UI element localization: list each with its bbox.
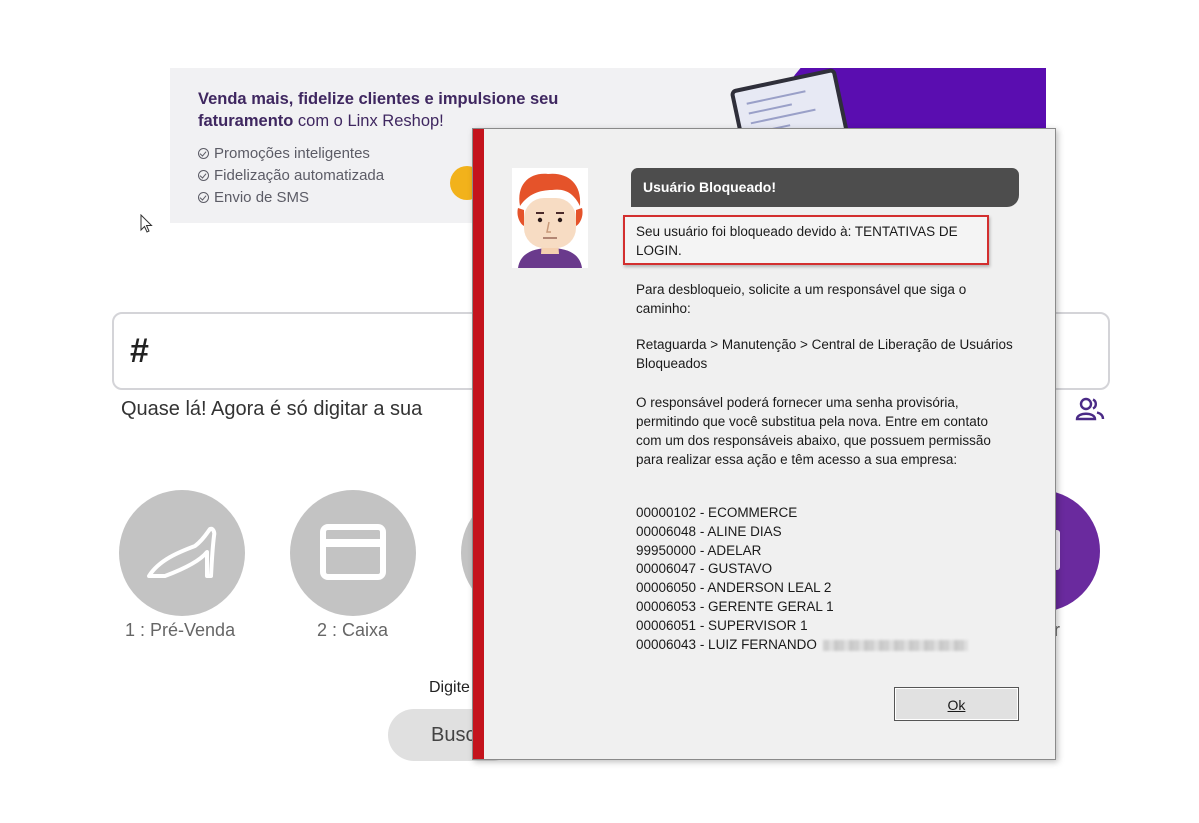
provisional-info-text: O responsável poderá fornecer uma senha … [636,395,991,467]
module-caixa-label: 2 : Caixa [317,620,389,640]
responsavel-item: 00006047 - GUSTAVO [636,561,773,577]
digite-label: Digite [429,679,470,696]
high-heel-icon [147,526,217,578]
unlock-path-text: Retaguarda > Manutenção > Central de Lib… [636,337,1013,371]
ok-button[interactable]: Ok [894,687,1019,721]
banner-headline: Venda mais, fidelize clientes e impulsio… [198,90,559,130]
responsavel-item-last: 00006043 - LUIZ FERNANDO [636,636,968,655]
users-icon[interactable] [1075,396,1105,422]
module-pre-venda-label: 1 : Pré-Venda [125,620,236,640]
check-circle-icon [198,191,209,203]
responsavel-item-name: 00006043 - LUIZ FERNANDO [636,636,817,652]
login-hint: Quase lá! Agora é só digitar a sua [121,398,423,420]
user-blocked-dialog: Usuário Bloqueado! Seu usuário foi bloqu… [472,128,1056,760]
banner-bullet: Promoções inteligentes [198,142,384,164]
user-avatar-icon [512,168,588,268]
mouse-cursor-icon [140,214,153,233]
busca-button-label: Busc [431,724,476,746]
responsavel-item: 00006053 - GERENTE GERAL 1 [636,598,834,614]
responsavel-item: 00000102 - ECOMMERCE [636,505,798,520]
dialog-title: Usuário Bloqueado! [643,179,777,195]
unlock-instruction-text: Para desbloqueio, solicite a um responsá… [636,282,967,316]
dialog-title-bar: Usuário Bloqueado! [631,168,1019,207]
responsavel-item: 00006050 - ANDERSON LEAL 2 [636,580,832,596]
banner-bullet: Envio de SMS [198,186,384,208]
module-pre-venda-button[interactable] [119,490,245,616]
responsavel-item: 00006048 - ALINE DIAS [636,523,782,539]
blocked-reason-text: Seu usuário foi bloqueado devido à: TENT… [636,224,958,258]
ok-button-label: Ok [947,697,966,713]
responsaveis-list: 00000102 - ECOMMERCE 00006048 - ALINE DI… [636,504,968,654]
card-icon [320,524,386,580]
code-input-value: # [130,332,149,370]
banner-bullets: Promoções inteligentes Fidelização autom… [198,142,384,208]
responsavel-item: 99950000 - ADELAR [636,542,762,558]
dialog-alert-strip [473,129,484,759]
banner-bullet: Fidelização automatizada [198,164,384,186]
module-caixa-button[interactable] [290,490,416,616]
responsavel-item: 00006051 - SUPERVISOR 1 [636,617,808,633]
check-circle-icon [198,147,209,159]
blurred-redaction [822,639,968,651]
check-circle-icon [198,169,209,181]
